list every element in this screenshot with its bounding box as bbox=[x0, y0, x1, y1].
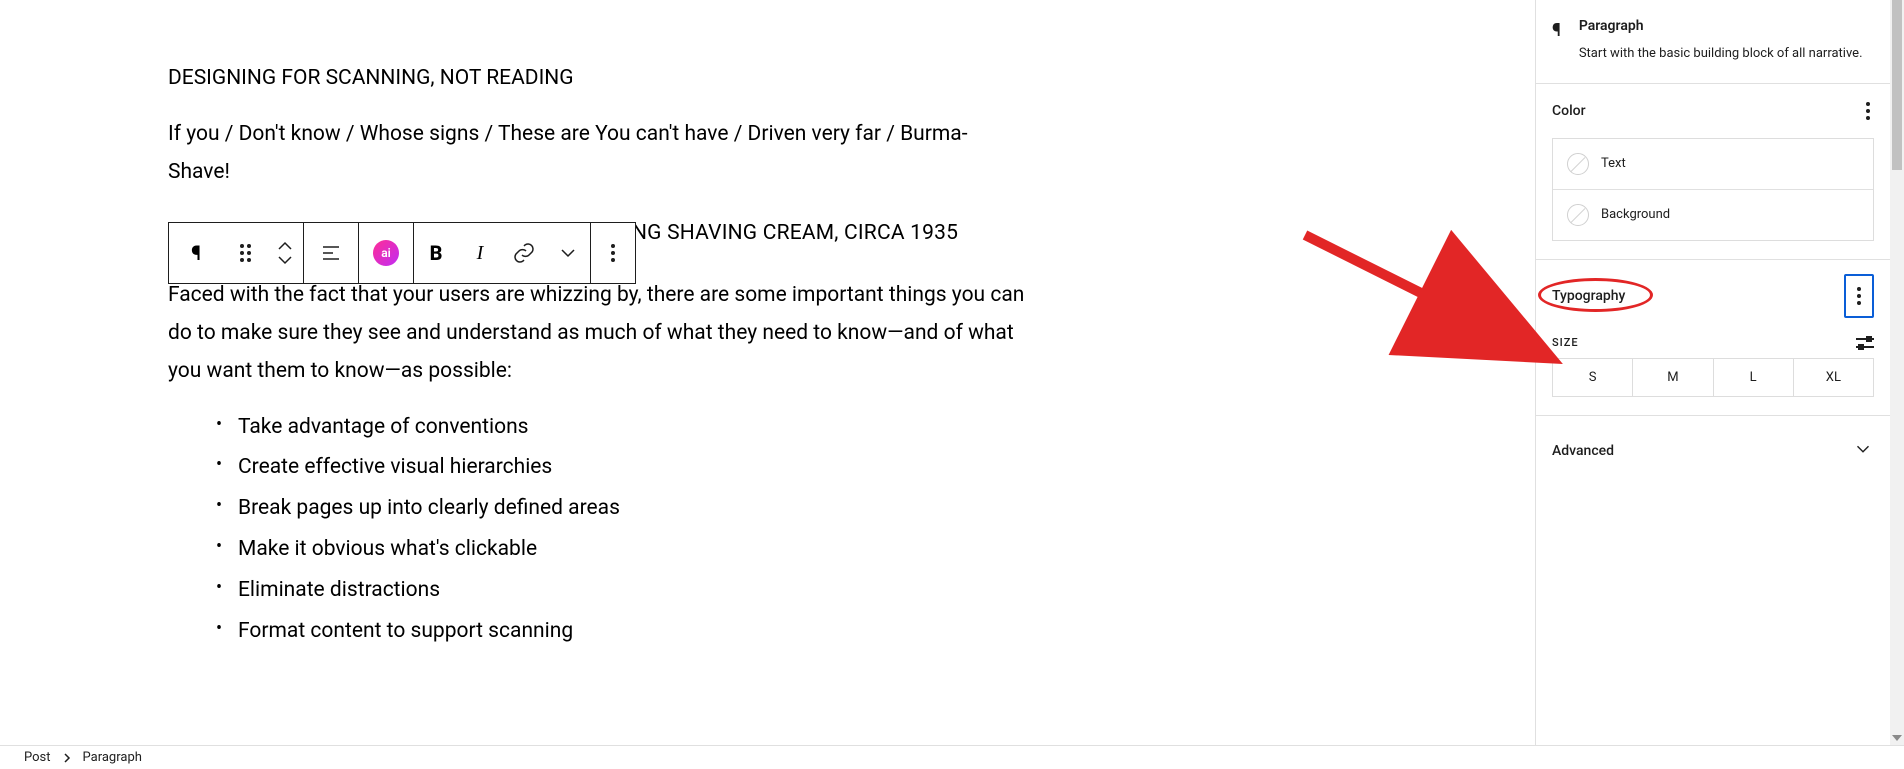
italic-button[interactable]: I bbox=[458, 223, 502, 283]
scrollbar-down-arrow[interactable] bbox=[1890, 731, 1904, 745]
chevron-right-icon bbox=[63, 753, 71, 763]
size-l-button[interactable]: L bbox=[1713, 359, 1793, 396]
vertical-scrollbar[interactable] bbox=[1890, 0, 1904, 745]
advanced-panel-toggle[interactable]: Advanced bbox=[1536, 416, 1890, 486]
paragraph-block-2[interactable]: Faced with the fact that your users are … bbox=[168, 277, 1028, 390]
custom-size-button[interactable] bbox=[1856, 336, 1874, 350]
chevron-down-icon[interactable] bbox=[278, 255, 292, 265]
scrollbar-thumb[interactable] bbox=[1892, 0, 1902, 170]
size-segmented-control: S M L XL bbox=[1552, 358, 1874, 397]
block-title: Paragraph bbox=[1579, 18, 1863, 34]
ai-button[interactable]: ai bbox=[359, 223, 413, 283]
none-swatch-icon bbox=[1567, 153, 1589, 175]
size-label: SIZE bbox=[1552, 336, 1579, 349]
move-buttons bbox=[267, 223, 303, 283]
list-item[interactable]: Format content to support scanning bbox=[208, 613, 1128, 651]
block-options-button[interactable] bbox=[591, 223, 635, 283]
link-icon bbox=[512, 241, 536, 265]
size-s-button[interactable]: S bbox=[1553, 359, 1632, 396]
list-item[interactable]: Create effective visual hierarchies bbox=[208, 449, 1128, 487]
settings-sidebar: ¶ Paragraph Start with the basic buildin… bbox=[1535, 0, 1890, 745]
size-xl-button[interactable]: XL bbox=[1793, 359, 1873, 396]
block-type-button[interactable]: ¶ bbox=[169, 223, 223, 283]
color-bg-label: Background bbox=[1601, 207, 1670, 222]
more-formatting-button[interactable] bbox=[546, 223, 590, 283]
typography-options-button[interactable] bbox=[1844, 274, 1874, 318]
paragraph-block-heading[interactable]: DESIGNING FOR SCANNING, NOT READING bbox=[168, 60, 1128, 98]
breadcrumb-post[interactable]: Post bbox=[24, 750, 51, 765]
bold-button[interactable]: B bbox=[414, 223, 458, 283]
list-block[interactable]: Take advantage of conventions Create eff… bbox=[168, 409, 1128, 651]
list-item[interactable]: Take advantage of conventions bbox=[208, 409, 1128, 447]
list-item[interactable]: Break pages up into clearly defined area… bbox=[208, 490, 1128, 528]
block-card: ¶ Paragraph Start with the basic buildin… bbox=[1536, 0, 1890, 84]
color-text-label: Text bbox=[1601, 156, 1626, 171]
ai-icon: ai bbox=[373, 240, 399, 266]
color-options-button[interactable] bbox=[1862, 98, 1874, 124]
color-panel: Color Text Background bbox=[1536, 84, 1890, 260]
paragraph-icon: ¶ bbox=[191, 241, 201, 265]
color-heading: Color bbox=[1552, 103, 1586, 119]
align-icon bbox=[319, 241, 343, 265]
chevron-up-icon[interactable] bbox=[278, 241, 292, 251]
kebab-icon bbox=[1853, 283, 1865, 309]
drag-handle[interactable] bbox=[223, 223, 267, 283]
list-item[interactable]: Eliminate distractions bbox=[208, 572, 1128, 610]
block-toolbar: ¶ ai B I bbox=[168, 222, 636, 284]
paragraph-icon: ¶ bbox=[1552, 18, 1561, 41]
typography-heading: Typography bbox=[1552, 288, 1625, 304]
link-button[interactable] bbox=[502, 223, 546, 283]
breadcrumb-current[interactable]: Paragraph bbox=[83, 750, 142, 765]
size-m-button[interactable]: M bbox=[1632, 359, 1712, 396]
typography-panel: Typography SIZE S M L XL bbox=[1536, 260, 1890, 416]
paragraph-block-1[interactable]: If you / Don't know / Whose signs / Thes… bbox=[168, 116, 978, 192]
editor-canvas[interactable]: DESIGNING FOR SCANNING, NOT READING If y… bbox=[0, 0, 1535, 745]
chevron-down-icon bbox=[1852, 438, 1874, 464]
none-swatch-icon bbox=[1567, 204, 1589, 226]
align-button[interactable] bbox=[304, 223, 358, 283]
breadcrumb: Post Paragraph bbox=[0, 745, 1904, 769]
bold-icon: B bbox=[430, 241, 443, 265]
background-color-button[interactable]: Background bbox=[1553, 189, 1873, 240]
kebab-icon bbox=[607, 240, 619, 266]
block-description: Start with the basic building block of a… bbox=[1579, 44, 1863, 65]
drag-icon bbox=[240, 244, 251, 262]
chevron-down-icon bbox=[556, 241, 580, 265]
list-item[interactable]: Make it obvious what's clickable bbox=[208, 531, 1128, 569]
text-color-button[interactable]: Text bbox=[1553, 139, 1873, 189]
advanced-heading: Advanced bbox=[1552, 443, 1614, 459]
italic-icon: I bbox=[477, 242, 484, 265]
